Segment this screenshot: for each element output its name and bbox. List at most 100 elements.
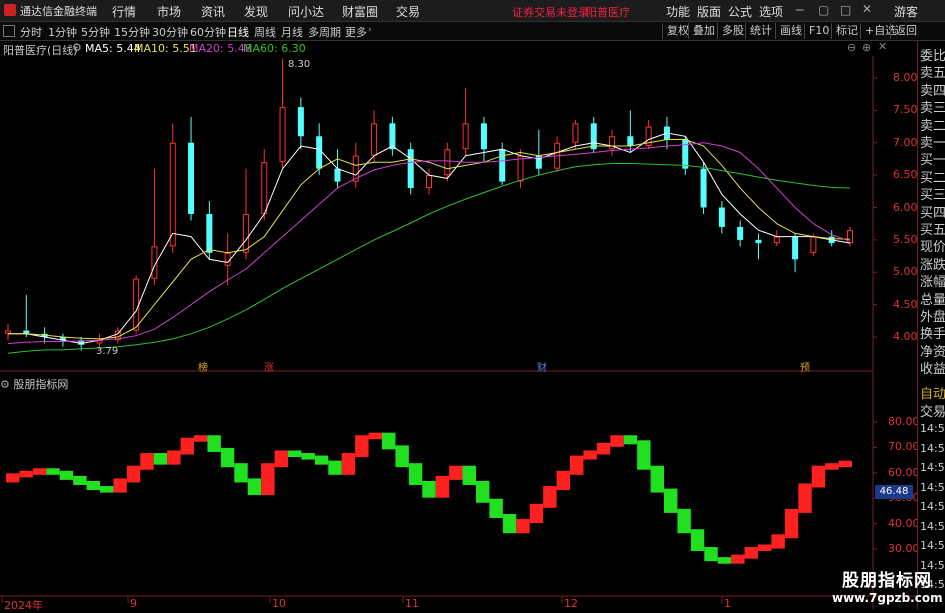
trade-time: 14:56 [920,461,945,474]
minimize-icon[interactable]: ─ [796,3,803,17]
btn-f10[interactable]: F10 [804,23,833,39]
tab-30min[interactable]: 30分钟 [152,24,188,40]
indicator-seg-up [744,547,758,559]
price-tick-label: 5.00 [893,265,918,279]
panel-close-icon[interactable]: ✕ [878,40,887,53]
menu-zixun[interactable]: 资讯 [201,3,225,20]
close-icon[interactable]: ✕ [862,2,872,16]
quote-label: 买二 [920,170,945,186]
menu-shichang[interactable]: 市场 [157,3,181,20]
menu-jiaoyi[interactable]: 交易 [396,3,420,20]
indicator-seg-up [596,442,611,455]
btn-tongji[interactable]: 统计 [745,23,776,39]
indicator-seg-up [583,450,597,460]
candle-body-down [792,236,799,260]
candle-body-down [206,213,213,253]
quote-label: 买五 [920,223,945,238]
candle-body-up [224,252,231,266]
candle-body-up [96,340,103,344]
indicator-seg-up [516,519,530,534]
trade-login-notice[interactable]: 证券交易未登录 [512,4,589,20]
toolbar-toggle-icon[interactable] [3,25,15,37]
menu-faxian[interactable]: 发现 [244,3,268,20]
btn-back[interactable]: 返回 [890,23,921,39]
menu-hangqing[interactable]: 行情 [112,3,136,20]
tab-fenshi[interactable]: 分时 [20,24,42,40]
indicator-seg-up [274,450,288,468]
menu-wenxiaoda[interactable]: 问小达 [288,3,324,20]
tab-monthly[interactable]: 月线 [281,24,303,40]
candle-body-up [810,236,817,253]
trade-time: 14:56 [920,441,945,455]
tab-15min[interactable]: 15分钟 [114,24,150,40]
indicator-seg-down [86,480,100,491]
indicator-seg-down [677,508,691,534]
indicator-seg-down [717,557,732,564]
tab-more[interactable]: 更多 [345,24,367,40]
candle-body-up [5,330,11,334]
quote-label: 买三 [920,188,945,204]
event-marker-bang[interactable]: 榜 [198,359,208,374]
restore-icon[interactable]: ▢ [818,3,829,17]
tab-5min[interactable]: 5分钟 [81,24,110,40]
indicator-gear-icon[interactable]: ⚙ [0,378,10,391]
price-tick-label: 8.00 [893,71,918,84]
menu-gongneng[interactable]: 功能 [666,3,690,20]
settings-gear-icon[interactable]: ⚙ [72,41,82,54]
user-guest[interactable]: 游客 [894,3,918,20]
menu-banmian[interactable]: 版面 [697,3,721,20]
mode-auto-label: 自动 [920,387,945,402]
candle-body-up [773,236,780,244]
btn-huaxian[interactable]: 画线 [775,23,806,39]
candle-body-down [334,168,341,182]
date-tick-label: 10 [272,597,286,610]
menu-caifuquan[interactable]: 财富圈 [342,3,378,20]
menu-xuanxiang[interactable]: 选项 [759,3,783,20]
indicator-seg-down [422,480,436,498]
price-chart[interactable] [0,56,917,609]
zoom-out-icon[interactable]: ⊖ [847,41,856,54]
watermark: 股朋指标网 www.7gpzb.com [832,566,943,605]
event-marker-zhang[interactable]: 涨 [264,359,274,374]
candle-body-down [316,136,323,169]
quote-label: 卖一 [920,136,945,151]
indicator-seg-down [234,463,248,483]
btn-diejia[interactable]: 叠加 [688,23,719,39]
candle-body-up [133,278,140,331]
tab-multi-period[interactable]: 多周期 [308,24,341,40]
quote-label: 净资 [920,344,945,360]
indicator-seg-down [664,488,678,513]
candle-body-down [737,226,744,240]
quote-label: 买四 [920,205,945,221]
zoom-in-icon[interactable]: ⊕ [862,41,871,54]
top-menu-bar: 通达信金融终端 行情 市场 资讯 发现 问小达 财富圈 交易 证券交易未登录 阳… [0,0,945,22]
tab-1min[interactable]: 1分钟 [48,24,77,40]
trade-time: 14:56 [920,539,945,552]
event-marker-cai[interactable]: 财 [537,359,547,374]
tab-daily[interactable]: 日线 [227,24,249,40]
candle-body-up [462,123,469,150]
indicator-seg-up [731,554,745,564]
price-tick-label: 6.50 [893,168,918,182]
indicator-seg-up [368,432,382,440]
event-marker-yu[interactable]: 预 [800,359,810,374]
indicator-tick-label: 80.00 [888,415,920,428]
more-chevron-icon[interactable]: › [368,25,372,35]
indicator-seg-down [704,547,718,562]
tab-weekly[interactable]: 周线 [254,24,276,40]
price-tick-label: 6.00 [893,200,918,214]
tab-60min[interactable]: 60分钟 [190,24,226,40]
candle-body-down [389,123,396,150]
indicator-seg-up [355,435,369,458]
indicator-title-row: ⚙ 股朋指标网 [0,376,68,392]
btn-biaoji[interactable]: 标记 [831,23,862,39]
indicator-seg-up [610,435,624,447]
indicator-seg-up [167,450,181,465]
indicator-seg-up [180,437,194,455]
menu-gongshi[interactable]: 公式 [728,3,752,20]
indicator-seg-up [341,453,356,475]
trade-time: 14:56 [920,500,945,513]
maximize-icon[interactable]: □ [840,3,851,17]
quote-label: 收益 [920,362,945,378]
btn-duogu[interactable]: 多股 [717,23,748,39]
